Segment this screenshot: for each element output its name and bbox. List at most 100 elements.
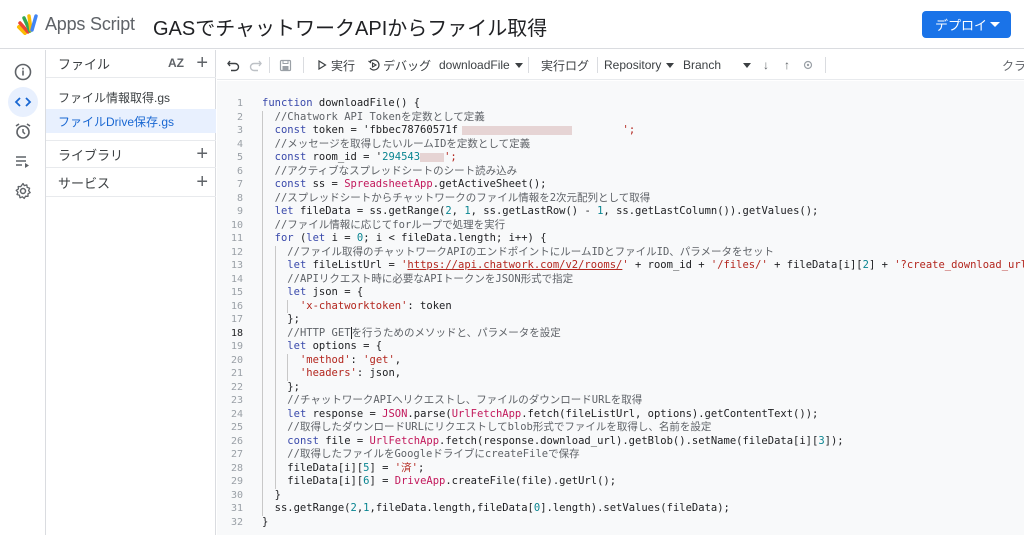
code-line[interactable]: 5 const room_id = '294543 '; <box>217 151 1024 165</box>
add-service-button[interactable]: + <box>196 172 208 192</box>
file-item[interactable]: ファイル情報取得.gs <box>46 85 216 109</box>
code-line[interactable]: 19 let options = { <box>217 340 1024 354</box>
line-number: 14 <box>230 273 243 285</box>
line-number: 26 <box>230 435 243 447</box>
code-line[interactable]: 30 } <box>217 489 1024 503</box>
code-line[interactable]: 32} <box>217 516 1024 530</box>
code-line[interactable]: 16 'x-chatworktoken': token <box>217 300 1024 314</box>
rail-editor[interactable] <box>8 87 38 117</box>
code-line[interactable]: 2 //Chatwork API Tokenを定数として定義 <box>217 111 1024 125</box>
code-text: const ss = SpreadsheetApp.getActiveSheet… <box>274 178 547 190</box>
code-text: }; <box>262 313 300 325</box>
code-line[interactable]: 3 const token = 'fbbec78760571f '; <box>217 124 1024 138</box>
function-select-value: downloadFile <box>439 58 510 72</box>
code-line[interactable]: 17 }; <box>217 313 1024 327</box>
overflow-text[interactable]: クラ <box>1002 50 1024 80</box>
deploy-label: デプロイ <box>935 18 988 33</box>
code-line[interactable]: 23 //チャットワークAPIへリクエストし、ファイルのダウンロードURLを取得 <box>217 394 1024 408</box>
chevron-down-icon <box>743 62 752 68</box>
code-text: //スプレッドシートからチャットワークのファイル情報を2次元配列として取得 <box>274 191 651 204</box>
add-library-button[interactable]: + <box>196 144 208 164</box>
rail-overview[interactable] <box>8 57 38 87</box>
files-header-label: ファイル <box>58 57 111 72</box>
code-line[interactable]: 26 const file = UrlFetchApp.fetch(respon… <box>217 435 1024 449</box>
code-line[interactable]: 24 let response = JSON.parse(UrlFetchApp… <box>217 408 1024 422</box>
function-select[interactable]: downloadFile <box>439 50 523 80</box>
code-line[interactable]: 7 const ss = SpreadsheetApp.getActiveShe… <box>217 178 1024 192</box>
files-section-header: ファイル AZ + <box>46 50 216 78</box>
branch-select[interactable]: Branch <box>683 50 752 80</box>
code-line[interactable]: 28 fileData[i][5] = '済'; <box>217 462 1024 476</box>
line-number: 11 <box>230 233 243 244</box>
toolbar-divider <box>269 57 270 73</box>
code-text: //ファイル取得のチャットワークAPIのエンドポイントにルームIDとファイルID… <box>287 245 774 258</box>
code-line[interactable]: 1 function downloadFile() { <box>217 97 1024 111</box>
apps-script-logo-icon[interactable] <box>16 13 40 35</box>
run-button[interactable]: 実行 <box>317 50 355 80</box>
code-text: const room_id = '294543 '; <box>274 151 457 163</box>
code-line[interactable]: 8 //スプレッドシートからチャットワークのファイル情報を2次元配列として取得 <box>217 192 1024 206</box>
code-line[interactable]: 4 //メッセージを取得したいルームIDを定数として定義 <box>217 138 1024 152</box>
code-line[interactable]: 15 let json = { <box>217 286 1024 300</box>
top-bar: Apps Script GASでチャットワークAPIからファイル取得 デプロイ <box>0 0 1024 49</box>
line-number: 15 <box>230 287 243 298</box>
line-number: 24 <box>230 408 243 420</box>
line-number: 13 <box>230 260 243 271</box>
line-number: 19 <box>230 341 243 352</box>
code-text: //APIリクエスト時に必要なAPIトークンをJSON形式で指定 <box>287 272 574 285</box>
code-line[interactable]: 6 //アクティブなスプレッドシートのシート読み込み <box>217 165 1024 179</box>
code-line[interactable]: 21 'headers': json, <box>217 367 1024 381</box>
code-line[interactable]: 20 'method': 'get', <box>217 354 1024 368</box>
code-line[interactable]: 11 for (let i = 0; i < fileData.length; … <box>217 232 1024 246</box>
redo-button[interactable] <box>249 50 262 80</box>
indent-guide <box>287 299 289 313</box>
line-number: 2 <box>236 111 243 123</box>
code-line[interactable]: 12 //ファイル取得のチャットワークAPIのエンドポイントにルームIDとファイ… <box>217 246 1024 260</box>
debug-button[interactable]: デバッグ <box>368 50 431 80</box>
code-text: //メッセージを取得したいルームIDを定数として定義 <box>274 137 531 150</box>
code-text: let fileListUrl = 'https://api.chatwork.… <box>287 259 1024 271</box>
git-settings-button[interactable] <box>803 50 813 80</box>
pull-icon: ↓ <box>763 58 769 72</box>
deploy-button[interactable]: デプロイ <box>922 11 1011 38</box>
undo-button[interactable] <box>227 50 240 80</box>
code-text: let json = { <box>287 286 364 298</box>
push-button[interactable]: ↑ <box>784 50 790 80</box>
execution-log-button[interactable]: 実行ログ <box>541 50 589 80</box>
code-line[interactable]: 13 let fileListUrl = 'https://api.chatwo… <box>217 259 1024 273</box>
toolbar-divider <box>597 57 598 73</box>
rail-triggers[interactable] <box>8 116 38 146</box>
code-line[interactable]: 14 //APIリクエスト時に必要なAPIトークンをJSON形式で指定 <box>217 273 1024 287</box>
rail-settings[interactable] <box>8 176 38 206</box>
code-line[interactable]: 18 //HTTP GETを行うためのメソッドと、パラメータを設定 <box>217 326 1024 341</box>
code-text: ss.getRange(2,1,fileData.length,fileData… <box>262 502 730 514</box>
code-line[interactable]: 9 let fileData = ss.getRange(2, 1, ss.ge… <box>217 205 1024 219</box>
code-line[interactable]: 27 //取得したファイルをGoogleドライブにcreateFileで保存 <box>217 448 1024 462</box>
indent-guide <box>262 110 263 516</box>
save-icon <box>279 59 292 71</box>
app-name[interactable]: Apps Script <box>45 14 135 35</box>
libraries-section-header: ライブラリ + <box>46 140 216 168</box>
code-line[interactable]: 31 ss.getRange(2,1,fileData.length,fileD… <box>217 502 1024 516</box>
code-line[interactable]: 25 //取得したダウンロードURLにリクエストしてblob形式でファイルを取得… <box>217 421 1024 435</box>
code-line[interactable]: 22 }; <box>217 381 1024 395</box>
rail-executions[interactable] <box>8 146 38 176</box>
add-file-button[interactable]: + <box>196 53 208 73</box>
project-title[interactable]: GASでチャットワークAPIからファイル取得 <box>153 12 547 41</box>
file-item-active[interactable]: ファイルDrive保存.gs <box>46 109 216 133</box>
code-editor[interactable]: 1 function downloadFile() {2 //Chatwork A… <box>217 81 1024 535</box>
code-line[interactable]: 29 fileData[i][6] = DriveApp.createFile(… <box>217 475 1024 489</box>
line-number: 7 <box>236 179 243 190</box>
sort-az-icon[interactable]: AZ <box>168 56 184 70</box>
line-number: 20 <box>230 354 243 366</box>
save-button[interactable] <box>279 50 292 80</box>
code-line[interactable]: 10 //ファイル情報に応じてforループで処理を実行 <box>217 219 1024 233</box>
line-number: 8 <box>236 192 243 204</box>
code-text: } <box>262 488 281 501</box>
code-text: //HTTP GETを行うためのメソッドと、パラメータを設定 <box>287 326 561 339</box>
repository-select[interactable]: Repository <box>604 50 675 80</box>
pull-button[interactable]: ↓ <box>763 50 769 80</box>
repository-label: Repository <box>604 58 662 72</box>
line-number: 32 <box>230 516 243 528</box>
line-number: 5 <box>236 152 243 163</box>
